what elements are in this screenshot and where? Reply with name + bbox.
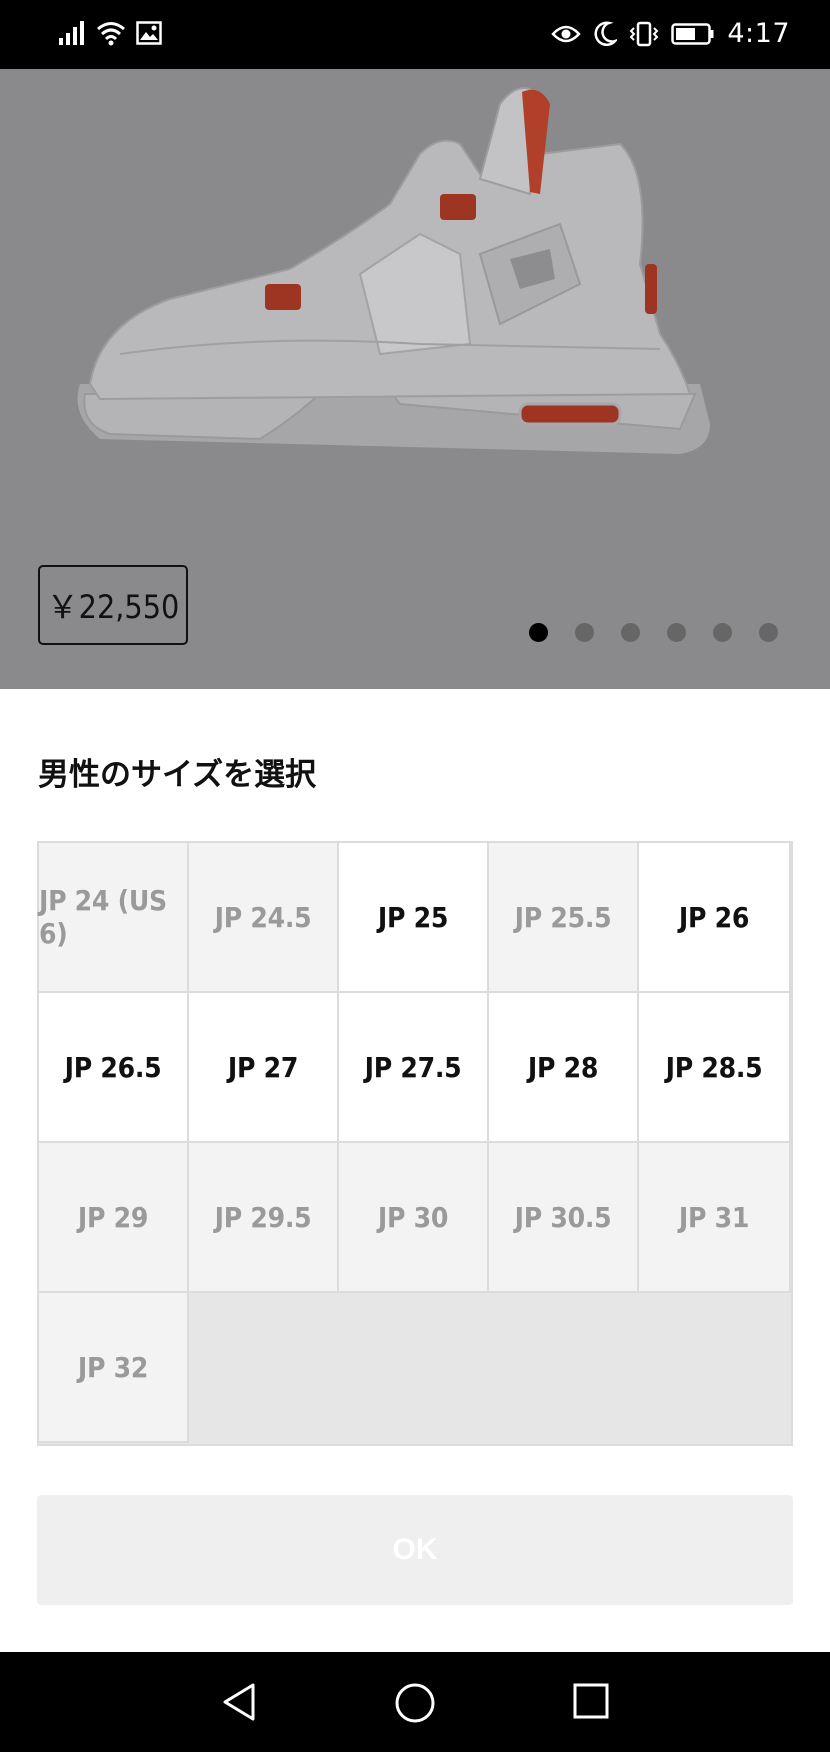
recents-icon[interactable] (572, 1682, 610, 1720)
eye-comfort-icon (551, 25, 582, 42)
size-option[interactable]: JP 25 (339, 843, 489, 993)
ok-button[interactable]: OK (37, 1495, 793, 1605)
size-selection-sheet: 男性のサイズを選択 JP 24 (US 6) JP 24.5 JP 25 JP 25.… (0, 689, 830, 1652)
carousel-dot[interactable] (621, 623, 640, 642)
size-option[interactable]: JP 26.5 (39, 993, 189, 1143)
sheet-title: 男性のサイズを選択 (38, 757, 317, 793)
carousel-indicator (529, 623, 778, 642)
status-time: 4:17 (727, 18, 790, 49)
carousel-dot[interactable] (713, 623, 732, 642)
status-bar: 4:17 (0, 0, 830, 69)
carousel-dot[interactable] (667, 623, 686, 642)
price-tag: ￥22,550 (38, 565, 188, 645)
size-option[interactable]: JP 25.5 (489, 843, 639, 993)
size-option[interactable]: JP 24 (US 6) (39, 843, 189, 993)
size-option[interactable]: JP 24.5 (189, 843, 339, 993)
sneaker-image (77, 87, 710, 454)
home-icon[interactable] (394, 1682, 436, 1724)
carousel-dot[interactable] (529, 623, 548, 642)
size-option[interactable]: JP 29 (39, 1143, 189, 1293)
product-image-carousel[interactable]: ￥22,550 (0, 69, 830, 689)
system-nav-bar (0, 1652, 830, 1752)
size-option[interactable]: JP 28 (489, 993, 639, 1143)
carousel-dot[interactable] (575, 623, 594, 642)
status-right-icons: 4:17 (551, 18, 790, 49)
back-icon[interactable] (220, 1682, 258, 1722)
size-option[interactable]: JP 27.5 (339, 993, 489, 1143)
size-option[interactable]: JP 32 (39, 1293, 189, 1443)
size-grid: JP 24 (US 6) JP 24.5 JP 25 JP 25.5 JP 26 JP 2… (37, 841, 793, 1446)
size-option[interactable]: JP 30 (339, 1143, 489, 1293)
image-notification-icon (136, 21, 162, 45)
wifi-icon (97, 22, 125, 46)
size-option[interactable]: JP 28.5 (639, 993, 791, 1143)
size-option[interactable]: JP 26 (639, 843, 791, 993)
signal-icon (59, 21, 84, 45)
carousel-dot[interactable] (759, 623, 778, 642)
size-option[interactable]: JP 29.5 (189, 1143, 339, 1293)
size-option[interactable]: JP 30.5 (489, 1143, 639, 1293)
moon-icon (594, 21, 618, 46)
status-left-icons (58, 20, 162, 46)
size-option[interactable]: JP 31 (639, 1143, 791, 1293)
vibrate-icon (629, 21, 659, 46)
battery-icon (671, 22, 714, 45)
size-option[interactable]: JP 27 (189, 993, 339, 1143)
price-label: ￥22,550 (46, 588, 180, 626)
